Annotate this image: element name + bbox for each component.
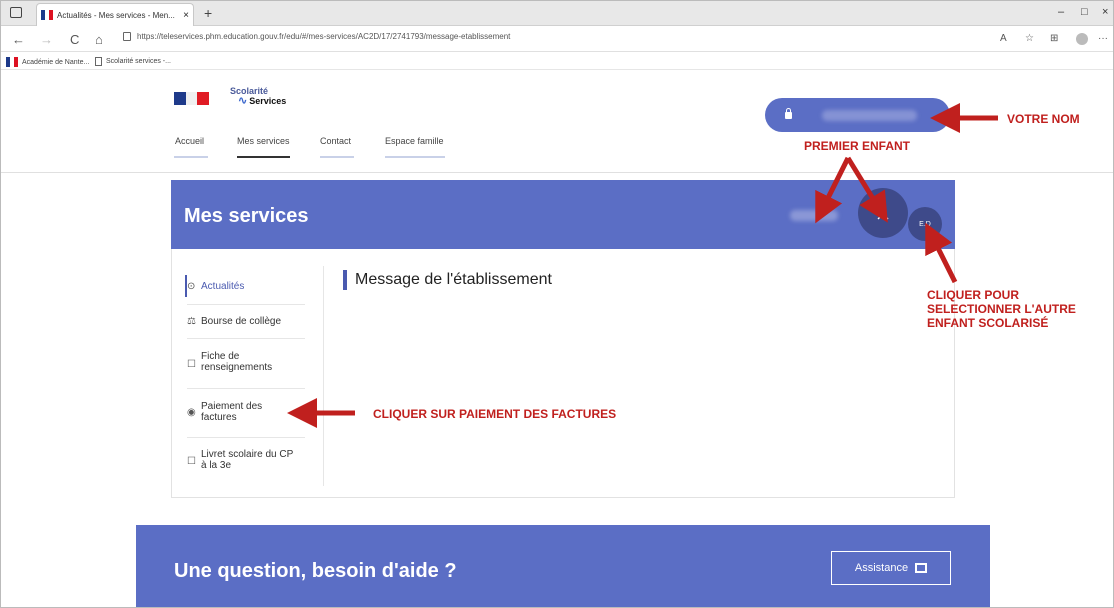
- annotation-paiement: CLIQUER SUR PAIEMENT DES FACTURES: [373, 407, 617, 421]
- annotation-line3: ENFANT SCOLARISÉ: [927, 316, 1049, 330]
- annotation-line1: CLIQUER POUR: [927, 288, 1020, 302]
- arrow-autre-enfant: [925, 222, 958, 284]
- annotation-premier-enfant: PREMIER ENFANT: [804, 139, 911, 153]
- arrow-premier-enfant-1: [815, 156, 851, 224]
- arrow-premier-enfant-2: [845, 156, 888, 223]
- annotation-line2: SELECTIONNER L'AUTRE: [927, 302, 1076, 316]
- annotation-votre-nom: VOTRE NOM: [1007, 112, 1080, 126]
- annotation-autre-enfant: CLIQUER POUR SELECTIONNER L'AUTRE ENFANT…: [927, 288, 1076, 330]
